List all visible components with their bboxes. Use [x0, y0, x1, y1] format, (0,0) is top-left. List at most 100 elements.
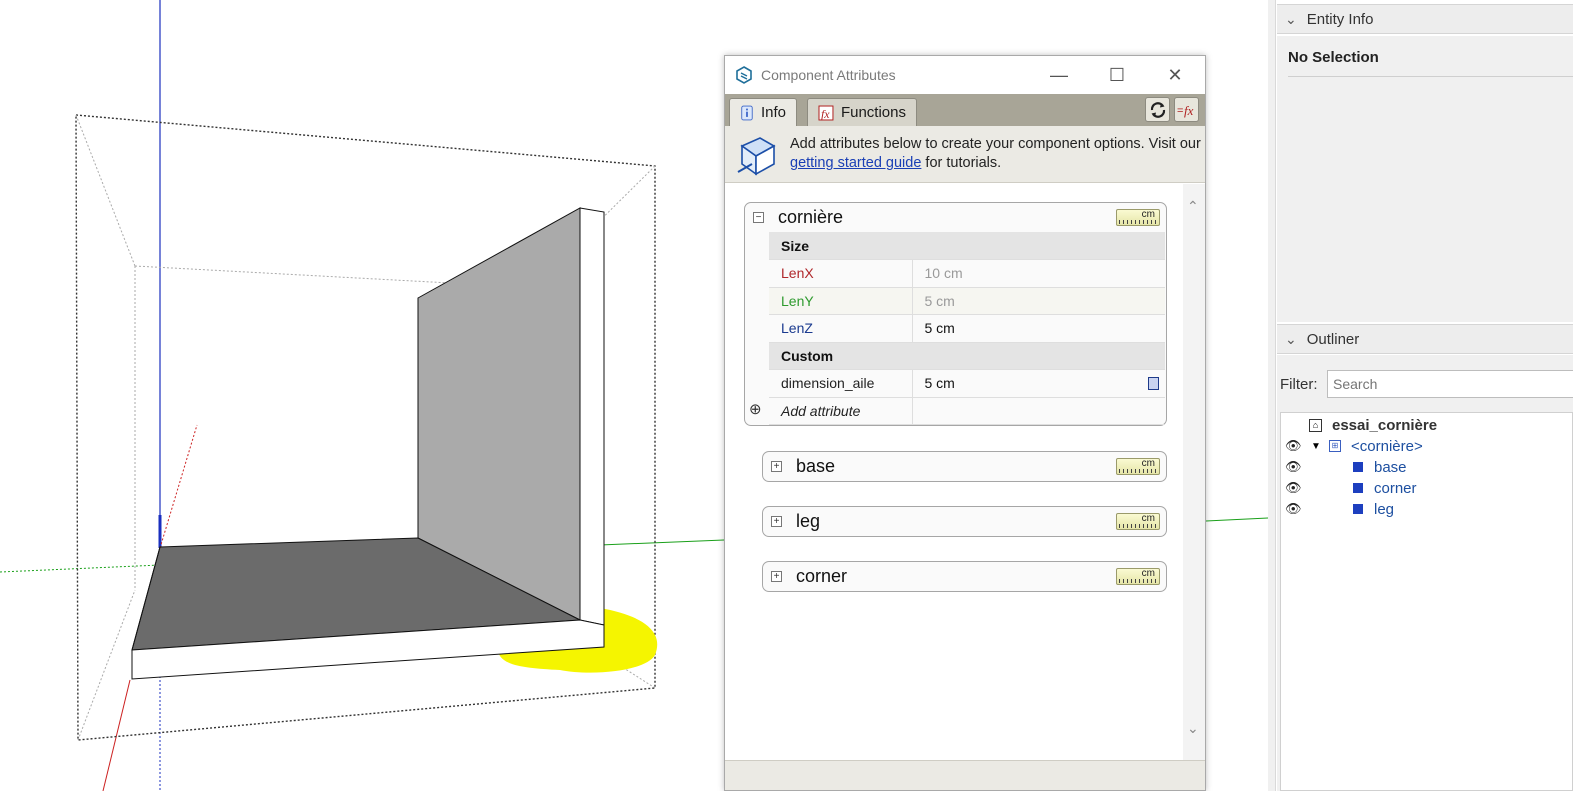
- visibility-eye-icon[interactable]: 👁: [1285, 438, 1302, 454]
- refresh-button[interactable]: [1145, 97, 1170, 122]
- outliner-header[interactable]: ⌄ Outliner: [1277, 324, 1573, 354]
- unit-label: cm: [1141, 568, 1155, 579]
- tree-item-label: corner: [1374, 479, 1417, 497]
- unit-ruler-icon[interactable]: cm: [1116, 568, 1160, 585]
- outliner-title: Outliner: [1306, 330, 1360, 348]
- attribute-row-leny[interactable]: LenY 5 cm: [769, 287, 1165, 315]
- attribute-value-cell[interactable]: 5 cm: [912, 369, 1165, 398]
- tree-item-group[interactable]: 👁 base: [1281, 457, 1571, 477]
- calculator-icon[interactable]: [1148, 377, 1159, 390]
- filter-label: Filter:: [1280, 376, 1318, 393]
- visibility-eye-icon[interactable]: 👁: [1285, 459, 1302, 475]
- section-header[interactable]: + corner cm: [763, 562, 1166, 591]
- component-attributes-dialog: Component Attributes — ☐ ✕ Info fx Funct…: [724, 55, 1206, 791]
- outliner-tree[interactable]: ⌂ essai_cornière 👁 ▼ ⊞ <cornière> 👁 base…: [1280, 412, 1573, 791]
- attributes-panel[interactable]: − cornière cm Size LenX 10 cm LenY 5 cm …: [725, 184, 1205, 762]
- section-name: leg: [796, 511, 821, 531]
- unit-ruler-icon[interactable]: cm: [1116, 513, 1160, 530]
- entity-info-panel: No Selection: [1277, 36, 1573, 322]
- dialog-tabs: Info fx Functions = fx: [725, 94, 1205, 126]
- refresh-icon: [1150, 101, 1165, 118]
- model-icon: ⌂: [1309, 418, 1322, 432]
- close-icon[interactable]: ✕: [1162, 64, 1188, 86]
- minimize-icon[interactable]: —: [1046, 64, 1072, 86]
- expand-toggle-icon[interactable]: +: [771, 461, 782, 472]
- dialog-titlebar[interactable]: Component Attributes — ☐ ✕: [725, 56, 1205, 94]
- tree-item-label: leg: [1374, 500, 1395, 518]
- attribute-row-lenx[interactable]: LenX 10 cm: [769, 259, 1165, 288]
- visibility-eye-icon[interactable]: 👁: [1285, 501, 1302, 517]
- section-corniere: − cornière cm Size LenX 10 cm LenY 5 cm …: [744, 202, 1167, 426]
- tree-item-component[interactable]: 👁 ▼ ⊞ <cornière>: [1281, 436, 1571, 456]
- attribute-name: dimension_aile: [769, 369, 913, 398]
- tree-item-label: base: [1374, 458, 1407, 476]
- expand-toggle-icon[interactable]: +: [771, 516, 782, 527]
- attribute-value[interactable]: 5 cm: [912, 314, 1165, 343]
- add-attribute-label[interactable]: Add attribute: [769, 397, 913, 425]
- entity-info-header[interactable]: ⌄ Entity Info: [1277, 4, 1573, 34]
- attribute-row-lenz[interactable]: LenZ 5 cm: [769, 314, 1165, 343]
- scroll-up-icon[interactable]: ⌃: [1187, 198, 1199, 215]
- green-axis: [0, 564, 161, 573]
- section-header[interactable]: − cornière cm: [745, 203, 1166, 232]
- scrollbar[interactable]: ⌃ ⌄: [1183, 184, 1205, 762]
- formula-toggle-button[interactable]: = fx: [1174, 97, 1199, 122]
- tray-resize-handle[interactable]: [1268, 0, 1276, 791]
- dialog-footer: [725, 760, 1205, 790]
- section-leg[interactable]: + leg cm: [762, 506, 1167, 537]
- maximize-icon[interactable]: ☐: [1104, 64, 1130, 86]
- unit-label: cm: [1141, 513, 1155, 524]
- attribute-value[interactable]: 5 cm: [925, 375, 955, 391]
- unit-label: cm: [1141, 209, 1155, 220]
- tree-item-label: essai_cornière: [1332, 416, 1438, 434]
- tree-item-model[interactable]: ⌂ essai_cornière: [1309, 415, 1437, 435]
- outliner-search-input[interactable]: [1327, 370, 1573, 398]
- attribute-name: LenX: [769, 259, 913, 288]
- section-header[interactable]: + base cm: [763, 452, 1166, 481]
- svg-text:fx: fx: [1184, 103, 1194, 118]
- group-row-size: Size: [769, 232, 1165, 260]
- component-box-icon: [737, 137, 776, 176]
- section-name: base: [796, 456, 836, 476]
- group-icon: [1353, 504, 1363, 514]
- add-icon[interactable]: ⊕: [749, 400, 762, 418]
- outliner-panel: Filter: ⌂ essai_cornière 👁 ▼ ⊞ <cornière…: [1277, 355, 1573, 791]
- chevron-down-icon: ⌄: [1285, 10, 1297, 27]
- section-name: cornière: [778, 207, 844, 227]
- tab-functions[interactable]: fx Functions: [807, 98, 917, 126]
- visibility-eye-icon[interactable]: 👁: [1285, 480, 1302, 496]
- scroll-down-icon[interactable]: ⌄: [1187, 720, 1199, 737]
- unit-ruler-icon[interactable]: cm: [1116, 458, 1160, 475]
- default-tray: ⌄ Entity Info No Selection ⌄ Outliner Fi…: [1268, 0, 1573, 791]
- tab-info[interactable]: Info: [729, 98, 797, 126]
- add-attribute-row[interactable]: Add attribute: [769, 397, 1165, 425]
- expand-triangle-icon[interactable]: ▼: [1311, 441, 1321, 452]
- sketchup-logo-icon: [736, 66, 752, 84]
- attribute-name: LenZ: [769, 314, 913, 343]
- banner-text-start: Add attributes below to create your comp…: [790, 136, 1201, 152]
- info-icon: [741, 105, 753, 120]
- tree-item-group[interactable]: 👁 corner: [1281, 478, 1571, 498]
- svg-text:=: =: [1177, 105, 1183, 117]
- group-icon: [1353, 483, 1363, 493]
- info-banner: Add attributes below to create your comp…: [725, 126, 1205, 183]
- attribute-value[interactable]: 5 cm: [912, 287, 1165, 315]
- section-name: corner: [796, 566, 848, 586]
- group-icon: [1353, 462, 1363, 472]
- collapse-toggle-icon[interactable]: −: [753, 212, 764, 223]
- chevron-down-icon: ⌄: [1285, 330, 1297, 347]
- banner-text: Add attributes below to create your comp…: [790, 135, 1202, 173]
- entity-info-title: Entity Info: [1306, 10, 1374, 28]
- getting-started-link[interactable]: getting started guide: [790, 155, 921, 171]
- section-base[interactable]: + base cm: [762, 451, 1167, 482]
- expand-toggle-icon[interactable]: +: [771, 571, 782, 582]
- tree-item-group[interactable]: 👁 leg: [1281, 499, 1571, 519]
- section-corner[interactable]: + corner cm: [762, 561, 1167, 592]
- unit-ruler-icon[interactable]: cm: [1116, 209, 1160, 226]
- attribute-value[interactable]: 10 cm: [912, 259, 1165, 288]
- group-label: Size: [769, 232, 1165, 260]
- section-header[interactable]: + leg cm: [763, 507, 1166, 536]
- attribute-row-dimension-aile[interactable]: dimension_aile 5 cm: [769, 369, 1165, 398]
- unit-label: cm: [1141, 458, 1155, 469]
- component-icon: ⊞: [1329, 440, 1341, 452]
